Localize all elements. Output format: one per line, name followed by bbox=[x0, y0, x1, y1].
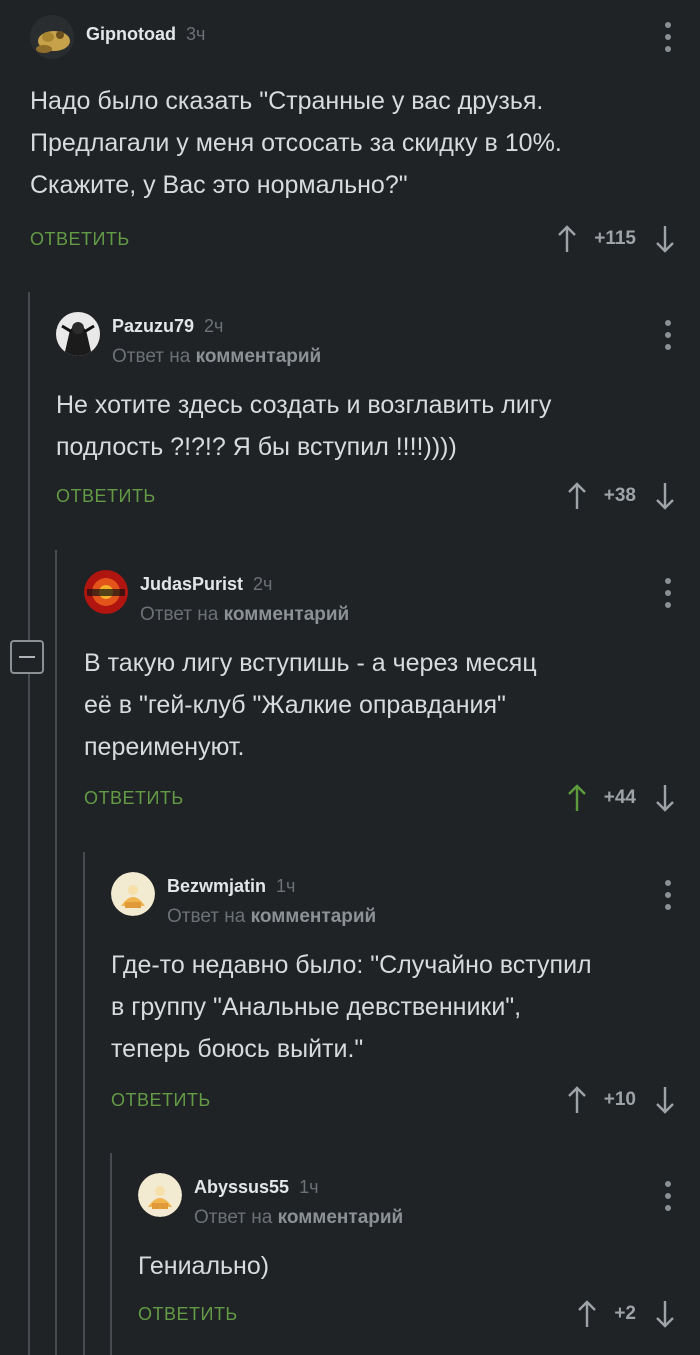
more-options-icon[interactable] bbox=[664, 320, 672, 350]
reply-to-label: Ответ на комментарий bbox=[167, 906, 377, 927]
username[interactable]: Abyssus55 1ч bbox=[194, 1177, 318, 1198]
reply-button[interactable]: ОТВЕТИТЬ bbox=[56, 486, 156, 507]
vote-controls: +10 bbox=[566, 1085, 676, 1115]
comment: Bezwmjatin 1ч Ответ на комментарий Где-то… bbox=[111, 852, 700, 1142]
comment-text: Гениально) bbox=[138, 1252, 270, 1280]
collapse-thread-button[interactable] bbox=[10, 640, 44, 674]
comment-time: 2ч bbox=[253, 574, 273, 594]
username[interactable]: Pazuzu79 2ч bbox=[112, 316, 223, 337]
more-options-icon[interactable] bbox=[664, 1181, 672, 1211]
reply-to-link[interactable]: комментарий bbox=[224, 604, 350, 625]
reply-to-link[interactable]: комментарий bbox=[251, 906, 377, 927]
thread-line-1 bbox=[28, 292, 30, 1355]
comment-time: 2ч bbox=[204, 316, 224, 336]
dark-figure-avatar-icon[interactable] bbox=[56, 312, 100, 356]
thread-line-2 bbox=[55, 550, 57, 1355]
comment-score: +115 bbox=[594, 228, 636, 249]
default-chef-avatar-icon[interactable] bbox=[111, 872, 155, 916]
reply-button[interactable]: ОТВЕТИТЬ bbox=[138, 1304, 238, 1325]
more-options-icon[interactable] bbox=[664, 22, 672, 52]
reply-to-label: Ответ на комментарий bbox=[194, 1207, 404, 1228]
comment-score: +38 bbox=[603, 485, 636, 506]
upvote-arrow-icon[interactable] bbox=[566, 1085, 588, 1115]
downvote-arrow-icon[interactable] bbox=[654, 1299, 676, 1329]
toad-avatar-icon[interactable] bbox=[30, 15, 74, 59]
reply-to-link[interactable]: комментарий bbox=[278, 1207, 404, 1228]
username[interactable]: Bezwmjatin 1ч bbox=[167, 876, 295, 897]
comment-text: Где-то недавно было: "Случайно вступил в… bbox=[111, 951, 592, 1063]
comment: Gipnotoad 3ч Надо было сказать "Странные … bbox=[30, 0, 700, 280]
comment-text: Надо было сказать "Странные у вас друзья… bbox=[30, 87, 562, 199]
downvote-arrow-icon[interactable] bbox=[654, 783, 676, 813]
vote-controls: +115 bbox=[556, 224, 676, 254]
upvote-arrow-icon[interactable] bbox=[576, 1299, 598, 1329]
upvote-arrow-icon[interactable] bbox=[556, 224, 578, 254]
vote-controls: +44 bbox=[566, 783, 676, 813]
vote-controls: +2 bbox=[576, 1299, 676, 1329]
default-chef-avatar-icon[interactable] bbox=[138, 1173, 182, 1217]
reply-to-label: Ответ на комментарий bbox=[140, 604, 350, 625]
comment: JudasPurist 2ч Ответ на комментарий В так… bbox=[84, 550, 700, 840]
vote-controls: +38 bbox=[566, 481, 676, 511]
upvote-arrow-icon[interactable] bbox=[566, 783, 588, 813]
comment-score: +44 bbox=[603, 787, 636, 808]
reply-to-link[interactable]: комментарий bbox=[196, 346, 322, 367]
more-options-icon[interactable] bbox=[664, 880, 672, 910]
comment-text: Не хотите здесь создать и возглавить лиг… bbox=[56, 391, 552, 461]
comment-text: В такую лигу вступишь - а через месяц её… bbox=[84, 649, 537, 761]
comment: Abyssus55 1ч Ответ на комментарий Гениаль… bbox=[138, 1153, 700, 1343]
reply-button[interactable]: ОТВЕТИТЬ bbox=[84, 788, 184, 809]
username[interactable]: JudasPurist 2ч bbox=[140, 574, 272, 595]
downvote-arrow-icon[interactable] bbox=[654, 1085, 676, 1115]
comment-time: 3ч bbox=[185, 24, 206, 44]
comment-score: +10 bbox=[603, 1089, 636, 1110]
thread-line-4 bbox=[110, 1153, 112, 1355]
upvote-arrow-icon[interactable] bbox=[566, 481, 588, 511]
downvote-arrow-icon[interactable] bbox=[654, 481, 676, 511]
fire-logo-avatar-icon[interactable] bbox=[84, 570, 128, 614]
more-options-icon[interactable] bbox=[664, 578, 672, 608]
thread-line-3 bbox=[83, 852, 85, 1355]
comment-score: +2 bbox=[614, 1303, 636, 1324]
reply-button[interactable]: ОТВЕТИТЬ bbox=[111, 1090, 211, 1111]
reply-to-label: Ответ на комментарий bbox=[112, 346, 322, 367]
comment-time: 1ч bbox=[276, 876, 296, 896]
comment: Pazuzu79 2ч Ответ на комментарий Не хотит… bbox=[56, 292, 700, 532]
downvote-arrow-icon[interactable] bbox=[654, 224, 676, 254]
reply-button[interactable]: ОТВЕТИТЬ bbox=[30, 229, 130, 250]
comment-time: 1ч bbox=[299, 1177, 319, 1197]
username[interactable]: Gipnotoad 3ч bbox=[86, 24, 205, 45]
